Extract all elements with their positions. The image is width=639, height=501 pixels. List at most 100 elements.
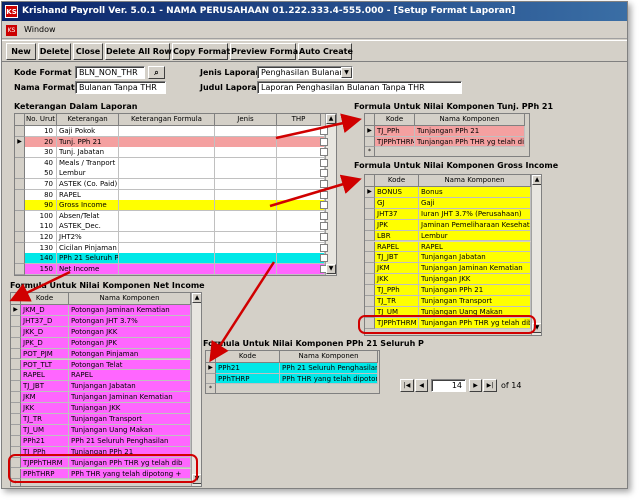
kode-cell[interactable]: JKK_D — [21, 326, 69, 338]
nama-komponen-cell[interactable]: Tunjangan Jabatan — [419, 252, 531, 264]
kode-cell[interactable]: JKM_D — [21, 305, 69, 316]
nama-format-field[interactable]: Bulanan Tanpa THR — [75, 81, 166, 94]
kode-cell[interactable]: TJ_JBT — [21, 381, 69, 393]
delete-all-row-button[interactable]: Delete All Row — [105, 43, 172, 60]
nama-komponen-cell[interactable]: PPh 21 Seluruh Penghasilan — [280, 363, 378, 374]
thp-checkbox[interactable] — [320, 127, 328, 135]
thp-checkbox[interactable] — [320, 254, 328, 263]
keterangan-cell[interactable]: Cicilan Pinjaman — [57, 242, 119, 254]
first-record-button[interactable]: |◀ — [400, 379, 414, 392]
jenis-cell[interactable] — [215, 136, 277, 148]
no-urut-cell[interactable]: 40 — [25, 157, 57, 169]
keterangan-cell[interactable]: RAPEL — [57, 189, 119, 201]
nama-komponen-cell[interactable]: Potongan Pinjaman — [69, 348, 191, 360]
jenis-cell[interactable] — [215, 242, 277, 254]
nama-komponen-cell[interactable]: Tunjangan Jaminan Kematian — [69, 392, 191, 404]
last-record-button[interactable]: ▶| — [483, 379, 497, 392]
keterangan-cell[interactable]: Net Income — [57, 263, 119, 275]
kode-cell[interactable]: TJ_JBT — [375, 252, 419, 264]
jenis-cell[interactable] — [215, 168, 277, 180]
jenis-cell[interactable] — [215, 126, 277, 137]
keterangan-cell[interactable]: Tunj. PPh 21 — [57, 136, 119, 148]
keterangan-formula-cell[interactable] — [119, 168, 215, 180]
nama-komponen-cell[interactable]: RAPEL — [69, 370, 191, 382]
kode-cell[interactable]: BONUS — [375, 187, 419, 198]
keterangan-cell[interactable]: JHT2% — [57, 232, 119, 243]
nama-komponen-cell[interactable]: Tunjangan PPh 21 — [415, 126, 525, 137]
current-record-field[interactable]: 14 — [431, 379, 466, 392]
next-record-button[interactable]: ▶ — [469, 379, 482, 392]
no-urut-cell[interactable]: 150 — [25, 263, 57, 275]
kode-cell[interactable]: POT_PJM — [21, 348, 69, 360]
nama-komponen-cell[interactable]: Potongan Telat — [69, 359, 191, 371]
keterangan-cell[interactable]: Absen/Telat — [57, 210, 119, 222]
kode-cell[interactable]: JKM — [21, 392, 69, 404]
keterangan-cell[interactable]: Meals / Tranport — [57, 157, 119, 169]
nama-komponen-cell[interactable]: Tunjangan Transport — [419, 296, 531, 307]
kode-cell[interactable]: JPK_D — [21, 337, 69, 349]
nama-komponen-cell[interactable]: Tunjangan Transport — [69, 414, 191, 425]
keterangan-formula-cell[interactable] — [119, 221, 215, 233]
kode-cell[interactable]: JKK — [21, 403, 69, 414]
no-urut-cell[interactable]: 130 — [25, 242, 57, 254]
kode-cell[interactable]: PPh21 — [21, 435, 69, 447]
thp-checkbox[interactable] — [320, 211, 328, 220]
judul-laporan-field[interactable]: Laporan Penghasilan Bulanan Tanpa THR — [257, 81, 462, 94]
no-urut-cell[interactable]: 140 — [25, 253, 57, 265]
auto-create-button[interactable]: Auto Create — [298, 43, 353, 60]
no-urut-cell[interactable]: 90 — [25, 200, 57, 212]
scroll-up-icon[interactable]: ▲ — [532, 175, 541, 185]
kode-cell[interactable]: GJ — [375, 197, 419, 209]
close-button[interactable]: Close — [73, 43, 103, 60]
kode-cell[interactable]: PPhTHRP — [216, 373, 280, 384]
thp-checkbox[interactable] — [320, 137, 328, 146]
no-urut-cell[interactable]: 110 — [25, 221, 57, 233]
keterangan-cell[interactable]: PPh 21 Seluruh Penghasilan — [57, 253, 119, 265]
jenis-cell[interactable] — [215, 189, 277, 201]
nama-komponen-cell[interactable]: Potongan JPK — [69, 337, 191, 349]
keterangan-cell[interactable]: Gross Income — [57, 200, 119, 212]
thp-checkbox[interactable] — [320, 243, 328, 252]
kode-cell[interactable]: TJ_PPh — [375, 285, 419, 296]
nama-komponen-cell[interactable]: Gaji — [419, 197, 531, 209]
no-urut-cell[interactable]: 100 — [25, 210, 57, 222]
keterangan-formula-cell[interactable] — [119, 136, 215, 148]
jenis-cell[interactable] — [215, 232, 277, 243]
keterangan-formula-cell[interactable] — [119, 126, 215, 137]
kode-cell[interactable]: JKM — [375, 263, 419, 275]
thp-checkbox[interactable] — [320, 201, 328, 210]
nama-komponen-cell[interactable]: PPh 21 Seluruh Penghasilan — [69, 435, 191, 447]
chevron-down-icon[interactable]: ▼ — [341, 67, 352, 78]
keterangan-formula-cell[interactable] — [119, 263, 215, 275]
jenis-laporan-select[interactable]: Penghasilan Bulanan — [257, 66, 353, 79]
no-urut-cell[interactable]: 80 — [25, 189, 57, 201]
scroll-up-icon[interactable]: ▲ — [326, 114, 336, 124]
jenis-cell[interactable] — [215, 200, 277, 212]
keterangan-cell[interactable]: Tunj. Jabatan — [57, 147, 119, 159]
kode-cell[interactable]: PPh21 — [216, 363, 280, 374]
kode-cell[interactable]: TJ_TR — [375, 296, 419, 307]
keterangan-cell[interactable]: Gaji Pokok — [57, 126, 119, 137]
keterangan-formula-cell[interactable] — [119, 147, 215, 159]
delete-button[interactable]: Delete — [38, 43, 71, 60]
jenis-cell[interactable] — [215, 210, 277, 222]
keterangan-formula-cell[interactable] — [119, 179, 215, 190]
kode-cell[interactable]: JPK — [375, 219, 419, 231]
kode-cell[interactable]: TJPPhTHRM — [375, 136, 415, 147]
keterangan-cell[interactable]: ASTEK (Co. Paid) — [57, 179, 119, 190]
keterangan-formula-cell[interactable] — [119, 189, 215, 201]
kode-cell[interactable]: LBR — [375, 230, 419, 242]
kode-cell[interactable]: RAPEL — [21, 370, 69, 382]
keterangan-formula-cell[interactable] — [119, 232, 215, 243]
thp-checkbox[interactable] — [320, 158, 328, 167]
keterangan-cell[interactable]: Lembur — [57, 168, 119, 180]
vertical-scrollbar[interactable] — [531, 175, 541, 335]
keterangan-formula-cell[interactable] — [119, 242, 215, 254]
nama-komponen-cell[interactable]: Tunjangan JKK — [419, 274, 531, 286]
nama-komponen-cell[interactable]: Iuran JHT 3.7% (Perusahaan) — [419, 208, 531, 220]
jenis-cell[interactable] — [215, 221, 277, 233]
no-urut-cell[interactable]: 120 — [25, 232, 57, 243]
nama-komponen-cell[interactable]: Potongan JKK — [69, 326, 191, 338]
nama-komponen-cell[interactable]: Tunjangan JKK — [69, 403, 191, 414]
thp-checkbox[interactable] — [320, 233, 328, 241]
